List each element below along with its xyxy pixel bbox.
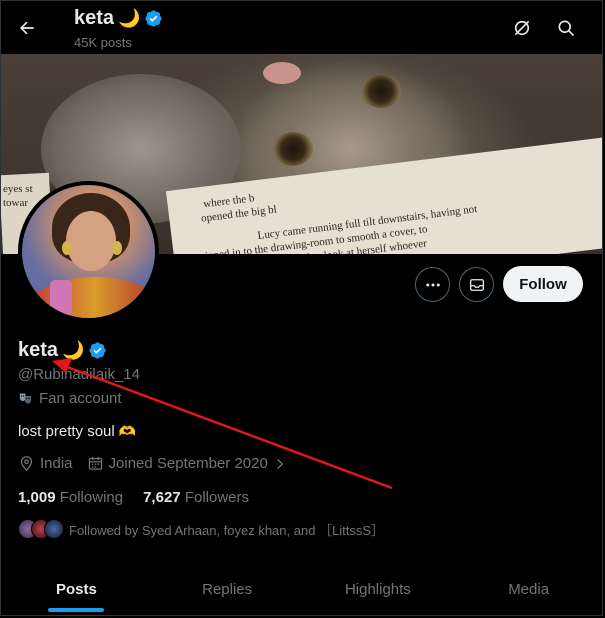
- follow-button[interactable]: Follow: [503, 266, 583, 302]
- header-name: keta 🌙: [74, 7, 163, 30]
- tab-replies[interactable]: Replies: [152, 564, 303, 615]
- banner-cat-eye: [361, 74, 401, 108]
- tab-media-label: Media: [508, 581, 550, 598]
- profile-page: keta 🌙 45K posts eyes st towar where the…: [0, 0, 603, 616]
- tab-highlights[interactable]: Highlights: [303, 564, 454, 615]
- active-tab-indicator: [48, 608, 105, 612]
- profile-meta: India Joined September 2020: [18, 455, 297, 472]
- message-button[interactable]: [459, 267, 494, 302]
- profile-bio: lost pretty soul 🫶: [18, 423, 136, 440]
- tab-replies-label: Replies: [202, 581, 253, 598]
- followed-by-row[interactable]: Followed by Syed Arhaan, foyez khan, and…: [18, 519, 384, 539]
- moon-emoji: 🌙: [62, 340, 85, 360]
- followed-by-text: Followed by Syed Arhaan, foyez khan, and…: [69, 522, 385, 538]
- search-button[interactable]: [551, 13, 581, 43]
- banner-cat-eye: [273, 132, 313, 166]
- calendar-icon: [88, 457, 102, 470]
- more-dots-icon: [425, 283, 440, 286]
- verified-badge-icon[interactable]: [88, 341, 107, 360]
- envelope-icon: [469, 278, 484, 291]
- more-options-button[interactable]: [415, 267, 450, 302]
- banner-left-text: eyes st towar: [3, 182, 33, 210]
- grok-icon: [514, 20, 530, 36]
- banner-left-line: eyes st: [3, 183, 33, 195]
- following-label: Following: [59, 489, 124, 506]
- followers-link[interactable]: 7,627 Followers: [143, 489, 249, 506]
- search-icon: [558, 20, 575, 37]
- followed-by-avatars: [18, 519, 64, 539]
- profile-location: India: [18, 455, 73, 472]
- tab-posts[interactable]: Posts: [1, 564, 152, 615]
- chevron-right-icon: [277, 458, 284, 469]
- profile-avatar[interactable]: [18, 181, 159, 322]
- avatar-earring: [112, 241, 122, 255]
- avatar-face: [66, 211, 116, 271]
- account-category-label: Fan account: [39, 390, 122, 407]
- profile-tabs: Posts Replies Highlights Media: [1, 564, 602, 615]
- location-pin-icon: [20, 456, 33, 472]
- account-category: Fan account: [18, 390, 122, 407]
- tab-posts-label: Posts: [55, 581, 97, 598]
- profile-name-text: keta: [18, 339, 59, 361]
- mini-avatar: [44, 519, 64, 539]
- avatar-phone: [50, 280, 72, 316]
- follow-counts: 1,009 Following 7,627 Followers: [18, 489, 249, 506]
- profile-joined[interactable]: Joined September 2020: [87, 455, 287, 472]
- verified-badge-icon: [145, 10, 163, 27]
- following-count: 1,009: [18, 489, 56, 506]
- tab-highlights-label: Highlights: [344, 581, 411, 598]
- posts-count: 45K posts: [74, 35, 132, 50]
- grok-button[interactable]: [507, 13, 537, 43]
- banner-left-line: towar: [3, 197, 29, 209]
- following-link[interactable]: 1,009 Following: [18, 489, 123, 506]
- profile-header-bar: keta 🌙 45K posts: [1, 1, 602, 54]
- tab-media[interactable]: Media: [453, 564, 602, 615]
- profile-handle: @Rubinadilaik_14: [18, 366, 140, 383]
- location-text: India: [40, 455, 73, 472]
- theater-masks-icon: [19, 393, 32, 404]
- heart-hands-emoji: 🫶: [118, 423, 137, 439]
- avatar-earring: [62, 241, 72, 255]
- header-name-text: keta: [74, 7, 115, 29]
- joined-text: Joined September 2020: [108, 455, 268, 472]
- back-button[interactable]: [12, 13, 42, 43]
- bio-text: lost pretty soul: [18, 423, 115, 440]
- followers-count: 7,627: [143, 489, 181, 506]
- profile-name: keta 🌙: [18, 339, 107, 362]
- banner-cat-nose: [263, 62, 301, 84]
- moon-emoji: 🌙: [118, 8, 141, 28]
- followers-label: Followers: [184, 489, 249, 506]
- arrow-left-icon: [20, 21, 34, 35]
